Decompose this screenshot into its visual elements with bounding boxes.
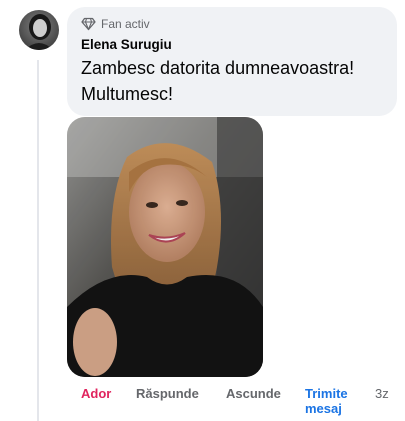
like-button[interactable]: Ador bbox=[81, 386, 111, 401]
hide-button[interactable]: Ascunde bbox=[226, 386, 281, 401]
send-message-label-line2: mesaj bbox=[305, 401, 342, 416]
reply-button[interactable]: Răspunde bbox=[136, 386, 199, 401]
comment-thread: Fan activ Elena Surugiu Zambesc datorita… bbox=[0, 0, 405, 421]
timestamp[interactable]: 3z bbox=[375, 386, 389, 401]
send-message-label-line1: Trimite bbox=[305, 386, 348, 401]
send-message-button[interactable]: Trimite mesaj bbox=[305, 386, 361, 416]
badge-label: Fan activ bbox=[101, 17, 150, 31]
attached-photo[interactable] bbox=[67, 117, 263, 377]
photo-image bbox=[67, 117, 263, 377]
author-name[interactable]: Elena Surugiu bbox=[81, 36, 385, 53]
avatar-image bbox=[19, 10, 59, 50]
diamond-icon bbox=[81, 17, 96, 31]
avatar[interactable] bbox=[19, 10, 59, 50]
fan-badge: Fan activ bbox=[81, 15, 385, 33]
comment-bubble: Fan activ Elena Surugiu Zambesc datorita… bbox=[67, 7, 397, 116]
comment-text: Zambesc datorita dumneavoastra! Multumes… bbox=[81, 58, 355, 104]
thread-line bbox=[37, 60, 39, 421]
